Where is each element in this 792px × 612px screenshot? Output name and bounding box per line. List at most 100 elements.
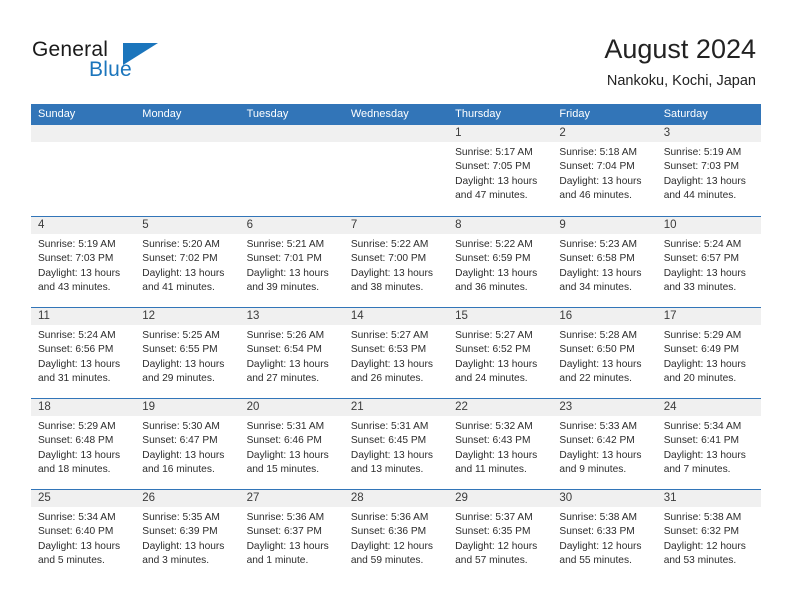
- calendar-day-cell[interactable]: 27 Sunrise: 5:36 AM Sunset: 6:37 PM Dayligh…: [239, 489, 344, 579]
- sunset-text: Sunset: 6:53 PM: [350, 344, 427, 356]
- calendar-day-cell[interactable]: 6 Sunrise: 5:21 AM Sunset: 7:01 PM Daylight…: [239, 216, 344, 306]
- calendar-day-cell-empty: [343, 125, 449, 215]
- sunrise-text: Sunrise: 5:34 AM: [663, 421, 742, 432]
- calendar-day-cell[interactable]: 14 Sunrise: 5:27 AM Sunset: 6:53 PM Dayligh…: [343, 307, 449, 397]
- calendar-day-cell[interactable]: 7 Sunrise: 5:22 AM Sunset: 7:00 PM Daylight…: [343, 216, 449, 306]
- sunrise-text: Sunrise: 5:18 AM: [559, 147, 637, 158]
- calendar-day-cell[interactable]: 5 Sunrise: 5:20 AM Sunset: 7:02 PM Daylight…: [135, 216, 240, 306]
- sunset-text: Sunset: 6:58 PM: [559, 253, 635, 265]
- calendar-day-cell[interactable]: 31 Sunrise: 5:38 AM Sunset: 6:32 PM Dayligh…: [656, 489, 761, 579]
- daylight-text-line2: and 39 minutes.: [246, 282, 320, 294]
- daylight-text-line2: and 13 minutes.: [350, 464, 424, 476]
- daylight-text-line1: Daylight: 13 hours: [455, 175, 538, 187]
- sunset-text: Sunset: 6:50 PM: [559, 344, 635, 356]
- day-details: Sunrise: 5:17 AM Sunset: 7:05 PM Daylight:…: [448, 142, 552, 204]
- calendar-day-cell[interactable]: 18 Sunrise: 5:29 AM Sunset: 6:48 PM Dayligh…: [31, 398, 136, 488]
- calendar-day-cell[interactable]: 26 Sunrise: 5:35 AM Sunset: 6:39 PM Dayligh…: [135, 489, 240, 579]
- weekday-header-sunday: Sunday: [38, 108, 76, 120]
- calendar-day-cell[interactable]: 19 Sunrise: 5:30 AM Sunset: 6:47 PM Dayligh…: [135, 398, 240, 488]
- calendar-day-cell[interactable]: 30 Sunrise: 5:38 AM Sunset: 6:33 PM Dayligh…: [552, 489, 657, 579]
- day-number: 15: [448, 308, 553, 325]
- daylight-text-line2: and 34 minutes.: [559, 282, 632, 294]
- daylight-text-line1: Daylight: 12 hours: [559, 540, 642, 552]
- calendar-day-cell[interactable]: 3 Sunrise: 5:19 AM Sunset: 7:03 PM Daylight…: [656, 125, 761, 215]
- calendar-day-cell[interactable]: 10 Sunrise: 5:24 AM Sunset: 6:57 PM Dayligh…: [656, 216, 761, 306]
- sunrise-text: Sunrise: 5:31 AM: [246, 421, 325, 432]
- sunset-text: Sunset: 6:40 PM: [38, 526, 114, 538]
- daylight-text-line1: Daylight: 13 hours: [455, 449, 538, 461]
- sunrise-text: Sunrise: 5:31 AM: [350, 421, 429, 432]
- calendar-day-cell[interactable]: 9 Sunrise: 5:23 AM Sunset: 6:58 PM Daylight…: [552, 216, 657, 306]
- daylight-text-line2: and 26 minutes.: [350, 373, 424, 385]
- calendar-day-cell[interactable]: 1 Sunrise: 5:17 AM Sunset: 7:05 PM Daylight…: [448, 125, 553, 215]
- page-header: General Blue August 2024 Nankoku, Kochi,…: [0, 0, 792, 100]
- daylight-text-line1: Daylight: 13 hours: [246, 358, 329, 370]
- sunrise-text: Sunrise: 5:33 AM: [559, 421, 637, 432]
- calendar-day-cell[interactable]: 22 Sunrise: 5:32 AM Sunset: 6:43 PM Dayligh…: [448, 398, 553, 488]
- daylight-text-line1: Daylight: 13 hours: [38, 358, 121, 370]
- calendar-day-cell[interactable]: 15 Sunrise: 5:27 AM Sunset: 6:52 PM Dayligh…: [448, 307, 553, 397]
- day-details: Sunrise: 5:23 AM Sunset: 6:58 PM Daylight:…: [552, 234, 656, 296]
- sunset-text: Sunset: 6:56 PM: [38, 344, 114, 356]
- calendar-day-cell[interactable]: 28 Sunrise: 5:36 AM Sunset: 6:36 PM Dayligh…: [343, 489, 449, 579]
- daylight-text-line1: Daylight: 13 hours: [663, 267, 746, 279]
- daylight-text-line2: and 1 minute.: [246, 555, 309, 567]
- calendar-day-cell[interactable]: 23 Sunrise: 5:33 AM Sunset: 6:42 PM Dayligh…: [552, 398, 657, 488]
- calendar-day-cell[interactable]: 21 Sunrise: 5:31 AM Sunset: 6:45 PM Dayligh…: [343, 398, 449, 488]
- sunset-text: Sunset: 7:00 PM: [350, 253, 427, 265]
- daylight-text-line2: and 36 minutes.: [455, 282, 528, 294]
- sunrise-text: Sunrise: 5:26 AM: [246, 330, 325, 341]
- day-number: 30: [552, 490, 657, 507]
- calendar-page: General Blue August 2024 Nankoku, Kochi,…: [0, 0, 792, 612]
- daylight-text-line1: Daylight: 13 hours: [246, 449, 329, 461]
- sunrise-text: Sunrise: 5:37 AM: [455, 512, 533, 523]
- day-details: Sunrise: 5:22 AM Sunset: 7:00 PM Daylight:…: [344, 234, 448, 296]
- sunset-text: Sunset: 6:59 PM: [455, 253, 531, 265]
- daylight-text-line1: Daylight: 13 hours: [38, 540, 121, 552]
- day-number: 7: [343, 217, 449, 234]
- calendar-day-cell[interactable]: 17 Sunrise: 5:29 AM Sunset: 6:49 PM Dayligh…: [656, 307, 761, 397]
- sunset-text: Sunset: 6:54 PM: [246, 344, 322, 356]
- sunrise-text: Sunrise: 5:36 AM: [350, 512, 429, 523]
- sunrise-text: Sunrise: 5:22 AM: [350, 239, 429, 250]
- daylight-text-line2: and 20 minutes.: [663, 373, 737, 385]
- daylight-text-line1: Daylight: 13 hours: [142, 267, 225, 279]
- daylight-text-line2: and 44 minutes.: [663, 190, 737, 202]
- day-number: 23: [552, 399, 657, 416]
- weekday-header-monday: Monday: [142, 108, 182, 120]
- calendar-day-cell[interactable]: 29 Sunrise: 5:37 AM Sunset: 6:35 PM Dayligh…: [448, 489, 553, 579]
- day-number: 20: [239, 399, 344, 416]
- calendar-day-cell[interactable]: 4 Sunrise: 5:19 AM Sunset: 7:03 PM Daylight…: [31, 216, 136, 306]
- day-number: 9: [552, 217, 657, 234]
- calendar-day-cell[interactable]: 25 Sunrise: 5:34 AM Sunset: 6:40 PM Dayligh…: [31, 489, 136, 579]
- daylight-text-line1: Daylight: 13 hours: [559, 449, 642, 461]
- day-details: Sunrise: 5:18 AM Sunset: 7:04 PM Daylight:…: [552, 142, 656, 204]
- day-details: Sunrise: 5:31 AM Sunset: 6:45 PM Daylight:…: [344, 416, 448, 478]
- daylight-text-line2: and 38 minutes.: [350, 282, 424, 294]
- calendar-day-cell[interactable]: 24 Sunrise: 5:34 AM Sunset: 6:41 PM Dayligh…: [656, 398, 761, 488]
- daylight-text-line2: and 41 minutes.: [142, 282, 215, 294]
- calendar-day-cell[interactable]: 16 Sunrise: 5:28 AM Sunset: 6:50 PM Dayligh…: [552, 307, 657, 397]
- sunrise-text: Sunrise: 5:29 AM: [38, 421, 116, 432]
- daylight-text-line2: and 11 minutes.: [455, 464, 527, 476]
- calendar-day-cell[interactable]: 13 Sunrise: 5:26 AM Sunset: 6:54 PM Dayligh…: [239, 307, 344, 397]
- sunrise-text: Sunrise: 5:38 AM: [559, 512, 637, 523]
- sunset-text: Sunset: 6:43 PM: [455, 435, 531, 447]
- day-details: Sunrise: 5:22 AM Sunset: 6:59 PM Daylight:…: [448, 234, 552, 296]
- sunrise-text: Sunrise: 5:19 AM: [663, 147, 742, 158]
- daylight-text-line1: Daylight: 12 hours: [455, 540, 538, 552]
- sunrise-text: Sunrise: 5:30 AM: [142, 421, 220, 432]
- day-details: Sunrise: 5:34 AM Sunset: 6:40 PM Daylight:…: [31, 507, 135, 569]
- sunset-text: Sunset: 6:42 PM: [559, 435, 635, 447]
- calendar-day-cell[interactable]: 12 Sunrise: 5:25 AM Sunset: 6:55 PM Dayligh…: [135, 307, 240, 397]
- day-number: 22: [448, 399, 553, 416]
- calendar-day-cell[interactable]: 20 Sunrise: 5:31 AM Sunset: 6:46 PM Dayligh…: [239, 398, 344, 488]
- daylight-text-line1: Daylight: 12 hours: [350, 540, 433, 552]
- calendar-day-cell[interactable]: 2 Sunrise: 5:18 AM Sunset: 7:04 PM Daylight…: [552, 125, 657, 215]
- day-number: 28: [343, 490, 449, 507]
- day-number: 6: [239, 217, 344, 234]
- daylight-text-line1: Daylight: 13 hours: [663, 449, 746, 461]
- daylight-text-line1: Daylight: 13 hours: [142, 540, 225, 552]
- calendar-day-cell[interactable]: 11 Sunrise: 5:24 AM Sunset: 6:56 PM Dayligh…: [31, 307, 136, 397]
- calendar-day-cell[interactable]: 8 Sunrise: 5:22 AM Sunset: 6:59 PM Daylight…: [448, 216, 553, 306]
